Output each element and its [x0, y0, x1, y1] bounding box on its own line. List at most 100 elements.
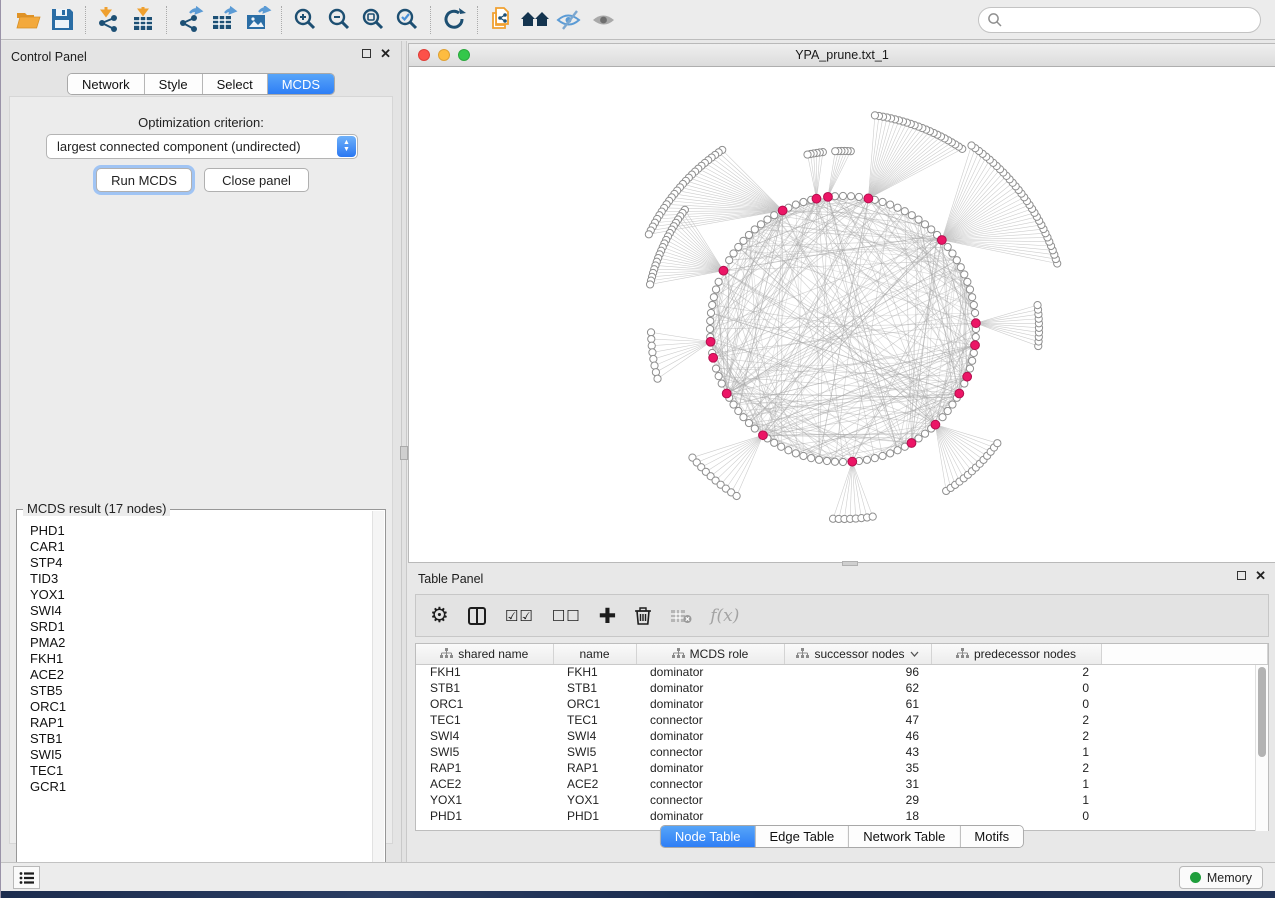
table-cell[interactable]: connector: [636, 744, 784, 760]
show-columns-icon[interactable]: [467, 606, 487, 626]
table-row[interactable]: YOX1YOX1connector291: [416, 792, 1268, 808]
mcds-node-item[interactable]: SWI4: [30, 603, 385, 619]
function-builder-icon[interactable]: f(x): [710, 606, 739, 626]
zoom-in-icon[interactable]: [288, 5, 322, 35]
table-cell[interactable]: dominator: [636, 680, 784, 696]
table-cell[interactable]: 2: [931, 712, 1101, 728]
column-header-predecessor-nodes[interactable]: predecessor nodes: [931, 644, 1101, 664]
memory-button[interactable]: Memory: [1179, 866, 1263, 889]
tab-node-table[interactable]: Node Table: [661, 826, 756, 847]
table-cell[interactable]: 18: [784, 808, 931, 824]
mcds-node-item[interactable]: SRD1: [30, 619, 385, 635]
mcds-result-list[interactable]: PHD1CAR1STP4TID3YOX1SWI4SRD1PMA2FKH1ACE2…: [17, 510, 385, 795]
mcds-node-item[interactable]: ORC1: [30, 699, 385, 715]
tab-motifs[interactable]: Motifs: [960, 826, 1023, 847]
table-cell[interactable]: 2: [931, 664, 1101, 680]
table-row[interactable]: STB1STB1dominator620: [416, 680, 1268, 696]
save-session-icon[interactable]: [45, 5, 79, 35]
column-header-MCDS-role[interactable]: MCDS role: [636, 644, 784, 664]
table-cell[interactable]: 0: [931, 680, 1101, 696]
delete-rows-icon[interactable]: [634, 606, 652, 626]
close-panel-icon[interactable]: ✕: [1255, 571, 1266, 580]
column-header-name[interactable]: name: [553, 644, 636, 664]
search-input[interactable]: [978, 7, 1261, 33]
table-row[interactable]: ORC1ORC1dominator610: [416, 696, 1268, 712]
column-header-shared-name[interactable]: shared name: [416, 644, 553, 664]
horizontal-splitter-handle[interactable]: [842, 561, 858, 566]
table-cell[interactable]: RAP1: [416, 760, 553, 776]
float-panel-icon[interactable]: [1237, 571, 1246, 580]
export-table-icon[interactable]: [207, 5, 241, 35]
table-row[interactable]: SWI4SWI4dominator462: [416, 728, 1268, 744]
column-header-successor-nodes[interactable]: successor nodes: [784, 644, 931, 664]
table-cell[interactable]: 0: [931, 808, 1101, 824]
table-cell[interactable]: 61: [784, 696, 931, 712]
show-all-icon[interactable]: [586, 5, 620, 35]
table-cell[interactable]: STB1: [416, 680, 553, 696]
table-row[interactable]: RAP1RAP1dominator352: [416, 760, 1268, 776]
table-cell[interactable]: 29: [784, 792, 931, 808]
delete-table-icon[interactable]: [670, 608, 692, 624]
mcds-node-item[interactable]: STB1: [30, 731, 385, 747]
mcds-node-item[interactable]: PMA2: [30, 635, 385, 651]
close-panel-icon[interactable]: ✕: [380, 49, 391, 58]
network-window-titlebar[interactable]: YPA_prune.txt_1: [408, 43, 1275, 67]
table-cell[interactable]: ORC1: [553, 696, 636, 712]
table-scrollbar-thumb[interactable]: [1258, 667, 1266, 757]
import-network-icon[interactable]: [92, 5, 126, 35]
add-row-icon[interactable]: ✚: [599, 604, 617, 628]
mcds-node-item[interactable]: ACE2: [30, 667, 385, 683]
table-cell[interactable]: connector: [636, 776, 784, 792]
import-table-icon[interactable]: [126, 5, 160, 35]
optimization-criterion-select[interactable]: largest connected component (undirected)…: [46, 134, 358, 159]
table-cell[interactable]: ORC1: [416, 696, 553, 712]
table-cell[interactable]: 2: [931, 760, 1101, 776]
deselect-all-icon[interactable]: ☐☐: [552, 607, 581, 625]
mcds-node-item[interactable]: RAP1: [30, 715, 385, 731]
table-cell[interactable]: ACE2: [553, 776, 636, 792]
table-row[interactable]: PHD1PHD1dominator180: [416, 808, 1268, 824]
mcds-node-item[interactable]: GCR1: [30, 779, 385, 795]
table-cell[interactable]: RAP1: [553, 760, 636, 776]
table-cell[interactable]: TEC1: [416, 712, 553, 728]
zoom-selected-icon[interactable]: [390, 5, 424, 35]
settings-gear-icon[interactable]: ⚙: [430, 605, 449, 626]
table-cell[interactable]: 46: [784, 728, 931, 744]
table-row[interactable]: FKH1FKH1dominator962: [416, 664, 1268, 680]
table-cell[interactable]: dominator: [636, 808, 784, 824]
mcds-node-item[interactable]: YOX1: [30, 587, 385, 603]
table-cell[interactable]: 43: [784, 744, 931, 760]
table-cell[interactable]: 1: [931, 776, 1101, 792]
hide-selected-icon[interactable]: [552, 5, 586, 35]
tab-network[interactable]: Network: [68, 74, 145, 94]
table-cell[interactable]: 2: [931, 728, 1101, 744]
mcds-node-item[interactable]: FKH1: [30, 651, 385, 667]
mcds-node-item[interactable]: PHD1: [30, 523, 385, 539]
mcds-node-item[interactable]: TID3: [30, 571, 385, 587]
table-scrollbar[interactable]: [1255, 665, 1268, 831]
export-image-icon[interactable]: [241, 5, 275, 35]
table-body[interactable]: FKH1FKH1dominator962STB1STB1dominator620…: [416, 664, 1268, 824]
table-cell[interactable]: 0: [931, 696, 1101, 712]
mcds-node-item[interactable]: STP4: [30, 555, 385, 571]
table-cell[interactable]: FKH1: [416, 664, 553, 680]
tab-mcds[interactable]: MCDS: [268, 74, 334, 94]
table-cell[interactable]: FKH1: [553, 664, 636, 680]
table-cell[interactable]: connector: [636, 792, 784, 808]
table-row[interactable]: TEC1TEC1connector472: [416, 712, 1268, 728]
mcds-node-item[interactable]: CAR1: [30, 539, 385, 555]
table-cell[interactable]: YOX1: [553, 792, 636, 808]
table-cell[interactable]: dominator: [636, 696, 784, 712]
table-cell[interactable]: 31: [784, 776, 931, 792]
splitter-handle[interactable]: [400, 446, 408, 460]
table-cell[interactable]: 96: [784, 664, 931, 680]
table-cell[interactable]: dominator: [636, 664, 784, 680]
tab-select[interactable]: Select: [203, 74, 268, 94]
mcds-node-item[interactable]: SWI5: [30, 747, 385, 763]
table-cell[interactable]: STB1: [553, 680, 636, 696]
copy-network-icon[interactable]: [484, 5, 518, 35]
table-cell[interactable]: dominator: [636, 728, 784, 744]
table-cell[interactable]: 62: [784, 680, 931, 696]
tab-style[interactable]: Style: [145, 74, 203, 94]
table-cell[interactable]: dominator: [636, 760, 784, 776]
